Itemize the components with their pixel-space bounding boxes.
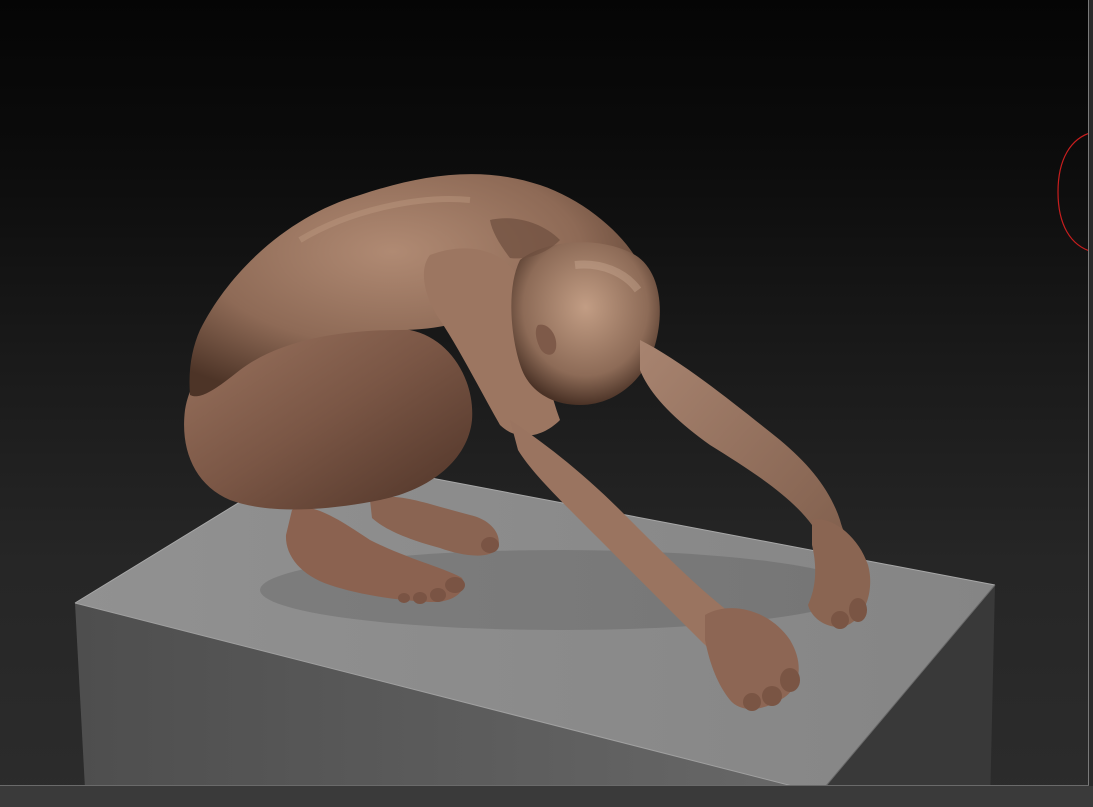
bottom-panel-edge bbox=[0, 786, 1093, 807]
box-pedestal bbox=[74, 455, 996, 807]
rotation-gizmo-icon[interactable] bbox=[1050, 130, 1093, 255]
viewport-canvas[interactable] bbox=[0, 0, 1093, 807]
right-panel-edge bbox=[1089, 0, 1093, 807]
3d-viewport[interactable] bbox=[0, 0, 1093, 807]
